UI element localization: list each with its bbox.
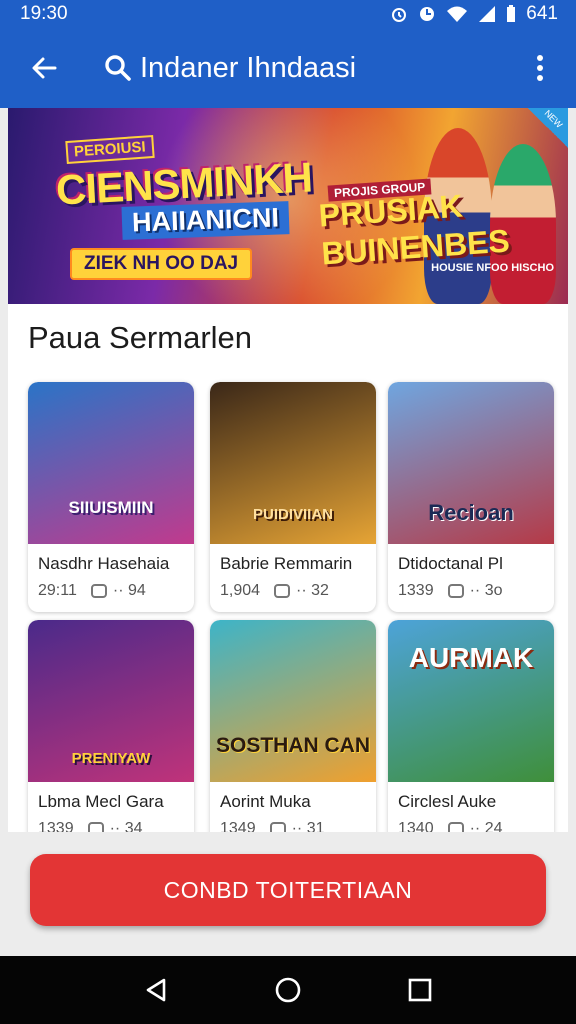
status-icons: 641 (390, 3, 558, 25)
game-thumbnail-title: SOSTHAN CANGLK (216, 734, 370, 757)
status-time: 19:30 (20, 3, 68, 24)
nav-back-button[interactable] (132, 966, 180, 1014)
game-meta-value: ·· 3o (469, 582, 503, 599)
signal-icon (479, 6, 496, 22)
game-count: 1339 (38, 820, 74, 832)
game-thumbnail-title: PRENIYAW (71, 750, 151, 767)
game-title: Nasdhr Hasehaia (38, 554, 170, 573)
chat-bubble-icon (87, 822, 104, 832)
game-card[interactable]: PRENIYAW Lbma Mecl Gara 1339 ·· 34 (28, 620, 194, 832)
game-title: Babrie Remmarin (220, 554, 353, 573)
wifi-icon (447, 6, 468, 22)
game-thumbnail-title: AURMAK (408, 642, 534, 673)
app-bar: Indaner Ihndaasi (0, 28, 576, 108)
game-meta-value: ·· 31 (291, 820, 325, 832)
game-card[interactable]: AURMAK Circlesl Auke 1340 ·· 24 (388, 620, 554, 832)
game-grid: SIIUISMIIN Nasdhr Hasehaia 29:11 ·· 94 PU… (8, 108, 568, 832)
back-triangle-icon (146, 978, 166, 1002)
game-thumbnail: Recioan (388, 382, 554, 544)
game-card[interactable]: SOSTHAN CANGLK Aorint Muka 1349 ·· 31 (210, 620, 376, 832)
home-circle-icon (275, 977, 301, 1003)
game-count: 1,904 (220, 582, 261, 599)
game-thumbnail: AURMAK (388, 620, 554, 782)
game-meta: 1339 ·· 3o (398, 582, 503, 600)
game-card[interactable]: Recioan Dtidoctanal Pl 1339 ·· 3o (388, 382, 554, 612)
chat-bubble-icon (269, 822, 286, 832)
more-options-button[interactable] (518, 40, 562, 96)
chat-bubble-icon (274, 584, 291, 598)
game-thumbnail: PRENIYAW (28, 620, 194, 782)
primary-cta-button[interactable]: CONBD TOITERTIAAN (30, 854, 546, 926)
system-nav-bar (0, 956, 576, 1024)
battery-icon (507, 5, 516, 22)
game-meta-value: ·· 24 (469, 820, 503, 832)
sync-icon (420, 7, 435, 21)
game-thumbnail-title: Recioan (428, 500, 514, 525)
nav-recents-button[interactable] (396, 966, 444, 1014)
game-title: Aorint Muka (220, 792, 311, 811)
recents-square-icon (408, 978, 432, 1002)
content-panel: PEROIUSI CIENSMINKH HAIIANICNI ZIEK NH O… (8, 108, 568, 832)
search-icon (104, 53, 134, 83)
game-card[interactable]: SIIUISMIIN Nasdhr Hasehaia 29:11 ·· 94 (28, 382, 194, 612)
game-meta: 29:11 ·· 94 (38, 582, 146, 600)
game-thumbnail: PUIDIVIIAN (210, 382, 376, 544)
game-thumbnail: SOSTHAN CANGLK (210, 620, 376, 782)
more-vert-icon (537, 55, 543, 81)
chat-bubble-icon (447, 584, 464, 598)
game-title: Lbma Mecl Gara (38, 792, 164, 811)
battery-level: 641 (526, 3, 558, 24)
game-meta: 1349 ·· 31 (220, 820, 325, 832)
search-field[interactable]: Indaner Ihndaasi (104, 52, 518, 85)
nav-home-button[interactable] (264, 966, 312, 1014)
game-meta-value: ·· 94 (112, 582, 146, 599)
back-arrow-icon (32, 57, 57, 79)
game-thumbnail-title: SIIUISMIIN (68, 498, 154, 517)
game-thumbnail-title: PUIDIVIIAN (252, 506, 333, 523)
search-query[interactable]: Indaner Ihndaasi (140, 52, 356, 85)
game-count: 1339 (398, 582, 434, 599)
game-meta: 1,904 ·· 32 (220, 582, 329, 600)
game-thumbnail: SIIUISMIIN (28, 382, 194, 544)
game-meta-value: ·· 34 (109, 820, 143, 832)
game-count: 1340 (398, 820, 434, 832)
alarm-icon (392, 8, 407, 22)
chat-bubble-icon (447, 822, 464, 832)
chat-bubble-icon (90, 584, 107, 598)
game-count: 29:11 (38, 582, 77, 599)
back-button[interactable] (16, 40, 72, 96)
game-meta: 1340 ·· 24 (398, 820, 503, 832)
game-meta-value: ·· 32 (296, 582, 329, 599)
game-title: Dtidoctanal Pl (398, 554, 503, 573)
game-meta: 1339 ·· 34 (38, 820, 143, 832)
game-title: Circlesl Auke (398, 792, 497, 811)
game-card[interactable]: PUIDIVIIAN Babrie Remmarin 1,904 ·· 32 (210, 382, 376, 612)
status-bar: 19:30 641 (0, 0, 576, 28)
game-count: 1349 (220, 820, 256, 832)
